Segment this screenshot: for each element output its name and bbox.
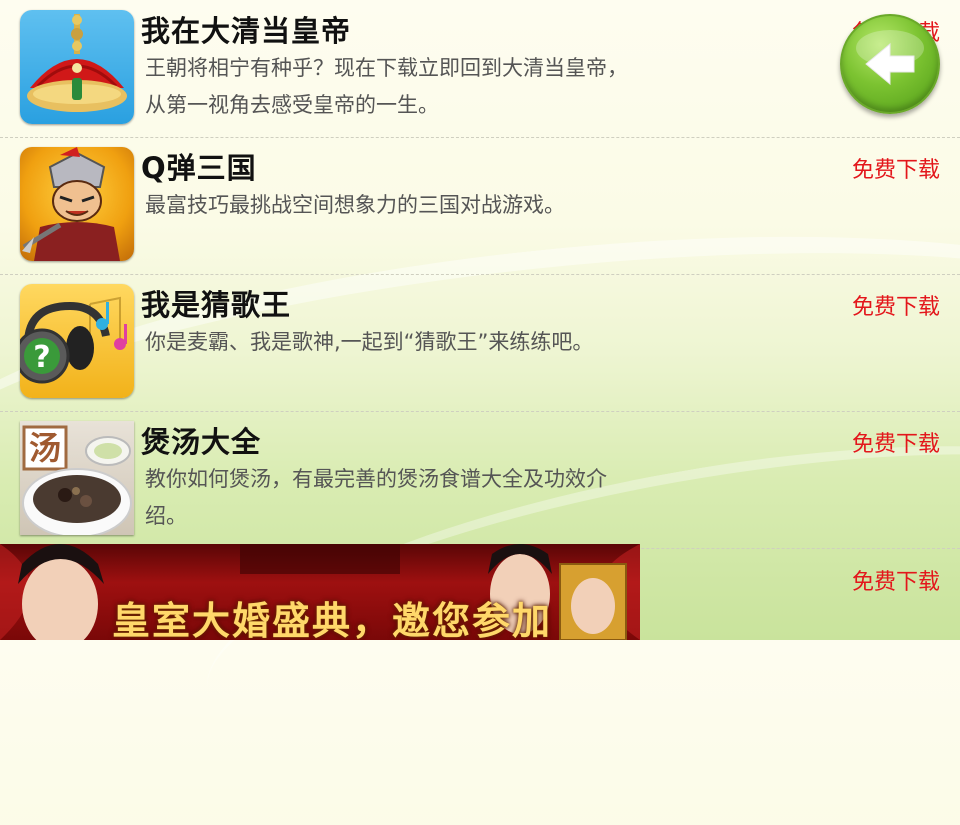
app-title[interactable]: Q弹三国 xyxy=(141,145,257,187)
app-description: 王朝将相宁有种乎？现在下载立即回到大清当皇帝，从第一视角去感受皇帝的一生。 xyxy=(145,56,628,117)
app-description: 最富技巧最挑战空间想象力的三国对战游戏。 xyxy=(145,193,565,217)
app-description: 教你如何煲汤，有最完善的煲汤食谱大全及功效介绍。 xyxy=(145,467,607,528)
download-button[interactable]: 免费下载 xyxy=(852,152,940,184)
soup-bowl-icon[interactable]: 汤 xyxy=(20,421,134,535)
soup-badge: 汤 xyxy=(28,429,61,467)
app-title[interactable]: 我是猜歌王 xyxy=(141,282,291,324)
back-arrow-icon xyxy=(856,30,924,86)
list-item[interactable]: 我在大清当皇帝 王朝将相宁有种乎？现在下载立即回到大清当皇帝，从第一视角去感受皇… xyxy=(0,0,960,138)
download-button[interactable]: 免费下载 xyxy=(852,564,940,596)
download-button[interactable]: 免费下载 xyxy=(852,426,940,458)
banner-title: 皇室大婚盛典，邀您参加 xyxy=(112,599,553,640)
app-description: 你是麦霸、我是歌神,一起到“猜歌王”来练练吧。 xyxy=(145,330,594,354)
list-item[interactable]: 汤 煲汤大全 教你如何煲汤，有最完善的煲汤食谱大全及功效介绍。 免费下载 xyxy=(0,411,960,549)
warrior-icon[interactable] xyxy=(20,147,134,261)
list-item[interactable]: Q弹三国 最富技巧最挑战空间想象力的三国对战游戏。 免费下载 xyxy=(0,137,960,275)
app-title[interactable]: 煲汤大全 xyxy=(141,419,261,461)
list-item[interactable]: ? 我是猜歌王 你是麦霸、我是歌神,一起到“猜歌王”来练练吧。 免费下载 xyxy=(0,274,960,412)
ad-banner[interactable]: 皇室大婚盛典，邀您参加 xyxy=(0,544,640,640)
headphones-music-icon[interactable]: ? xyxy=(20,284,134,398)
app-title[interactable]: 我在大清当皇帝 xyxy=(141,8,351,50)
back-button[interactable] xyxy=(840,14,940,114)
svg-text:?: ? xyxy=(33,340,50,375)
emperor-hat-icon[interactable] xyxy=(20,10,134,124)
download-button[interactable]: 免费下载 xyxy=(852,289,940,321)
